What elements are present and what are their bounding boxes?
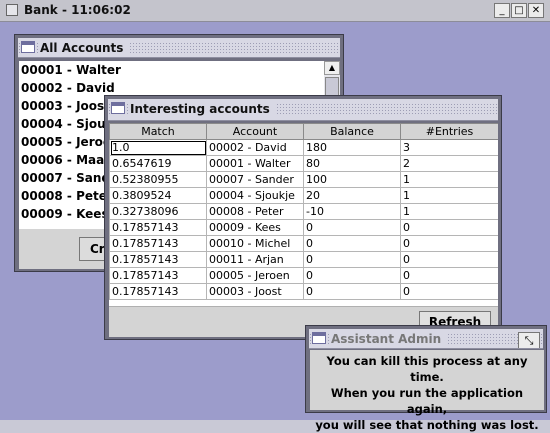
all-accounts-title: All Accounts — [40, 41, 130, 55]
balance-cell[interactable]: 100 — [303, 171, 401, 188]
column-header-match[interactable]: Match — [109, 123, 207, 140]
scroll-up-arrow-icon[interactable]: ▲ — [324, 61, 340, 75]
account-cell[interactable]: 00005 - Jeroen — [206, 267, 304, 284]
balance-cell[interactable]: 180 — [303, 139, 401, 156]
table-row[interactable]: 0.17857143 00003 - Joost 0 0 — [109, 283, 498, 300]
app-title: Bank - 11:06:02 — [24, 3, 131, 17]
assistant-window: Assistant Admin ⤡ You can kill this proc… — [305, 325, 547, 432]
table-row[interactable]: 0.17857143 00010 - Michel 0 0 — [109, 235, 498, 252]
match-cell[interactable]: 0.17857143 — [109, 267, 207, 284]
match-cell[interactable]: 0.6547619 — [109, 155, 207, 172]
match-cell[interactable]: 0.32738096 — [109, 203, 207, 220]
match-cell[interactable]: 1.0 — [109, 139, 207, 156]
entries-cell[interactable]: 3 — [400, 139, 498, 156]
entries-cell[interactable]: 1 — [400, 203, 498, 220]
entries-cell[interactable]: 2 — [400, 155, 498, 172]
account-cell[interactable]: 00007 - Sander — [206, 171, 304, 188]
app-titlebar: Bank - 11:06:02 _ □ ✕ — [0, 0, 550, 22]
match-cell[interactable]: 0.3809524 — [109, 187, 207, 204]
account-cell[interactable]: 00010 - Michel — [206, 235, 304, 252]
balance-cell[interactable]: 0 — [303, 219, 401, 236]
match-cell[interactable]: 0.17857143 — [109, 251, 207, 268]
match-cell[interactable]: 0.17857143 — [109, 235, 207, 252]
column-header-account[interactable]: Account — [206, 123, 304, 140]
balance-cell[interactable]: 20 — [303, 187, 401, 204]
account-cell[interactable]: 00003 - Joost — [206, 283, 304, 300]
java-app-icon — [6, 4, 18, 16]
list-item[interactable]: 00001 - Walter — [19, 61, 324, 79]
balance-cell[interactable]: 80 — [303, 155, 401, 172]
balance-cell[interactable]: 0 — [303, 235, 401, 252]
match-cell[interactable]: 0.17857143 — [109, 219, 207, 236]
close-button[interactable]: ✕ — [528, 3, 544, 18]
entries-cell[interactable]: 0 — [400, 219, 498, 236]
account-cell[interactable]: 00011 - Arjan — [206, 251, 304, 268]
interesting-accounts-titlebar[interactable]: Interesting accounts — [108, 99, 498, 121]
assistant-titlebar[interactable]: Assistant Admin ⤡ — [309, 329, 543, 349]
account-cell[interactable]: 00004 - Sjoukje — [206, 187, 304, 204]
table-row[interactable]: 0.17857143 00009 - Kees 0 0 — [109, 219, 498, 236]
interesting-accounts-title: Interesting accounts — [130, 102, 276, 116]
message-line: you will see that nothing was lost. — [315, 418, 539, 432]
account-cell[interactable]: 00002 - David — [206, 139, 304, 156]
assistant-message: You can kill this process at any time. W… — [310, 350, 544, 432]
window-icon — [312, 332, 326, 344]
match-cell[interactable]: 0.17857143 — [109, 283, 207, 300]
balance-cell[interactable]: -10 — [303, 203, 401, 220]
message-line: You can kill this process at any time. — [326, 354, 528, 384]
table-row[interactable]: 1.0 00002 - David 180 3 — [109, 139, 498, 156]
entries-cell[interactable]: 1 — [400, 171, 498, 188]
minimize-button[interactable]: _ — [494, 3, 510, 18]
column-header-entries[interactable]: #Entries — [400, 123, 498, 140]
restore-icon[interactable]: ⤡ — [518, 332, 540, 348]
table-row[interactable]: 0.6547619 00001 - Walter 80 2 — [109, 155, 498, 172]
balance-cell[interactable]: 0 — [303, 251, 401, 268]
balance-cell[interactable]: 0 — [303, 283, 401, 300]
entries-cell[interactable]: 1 — [400, 187, 498, 204]
interesting-accounts-window: Interesting accounts Match Account Balan… — [104, 95, 502, 340]
account-cell[interactable]: 00009 - Kees — [206, 219, 304, 236]
account-cell[interactable]: 00001 - Walter — [206, 155, 304, 172]
maximize-button[interactable]: □ — [511, 3, 527, 18]
assistant-title: Assistant Admin — [331, 332, 448, 346]
entries-cell[interactable]: 0 — [400, 283, 498, 300]
message-line: When you run the application again, — [330, 386, 524, 416]
table-row[interactable]: 0.32738096 00008 - Peter -10 1 — [109, 203, 498, 220]
account-cell[interactable]: 00008 - Peter — [206, 203, 304, 220]
entries-cell[interactable]: 0 — [400, 267, 498, 284]
interesting-accounts-table[interactable]: Match Account Balance #Entries 1.0 00002 … — [109, 123, 498, 306]
window-icon — [21, 41, 35, 53]
entries-cell[interactable]: 0 — [400, 235, 498, 252]
entries-cell[interactable]: 0 — [400, 251, 498, 268]
table-row[interactable]: 0.17857143 00011 - Arjan 0 0 — [109, 251, 498, 268]
match-cell[interactable]: 0.52380955 — [109, 171, 207, 188]
all-accounts-titlebar[interactable]: All Accounts — [18, 38, 340, 58]
balance-cell[interactable]: 0 — [303, 267, 401, 284]
window-icon — [111, 102, 125, 114]
table-row[interactable]: 0.17857143 00005 - Jeroen 0 0 — [109, 267, 498, 284]
column-header-balance[interactable]: Balance — [303, 123, 401, 140]
table-row[interactable]: 0.3809524 00004 - Sjoukje 20 1 — [109, 187, 498, 204]
table-row[interactable]: 0.52380955 00007 - Sander 100 1 — [109, 171, 498, 188]
